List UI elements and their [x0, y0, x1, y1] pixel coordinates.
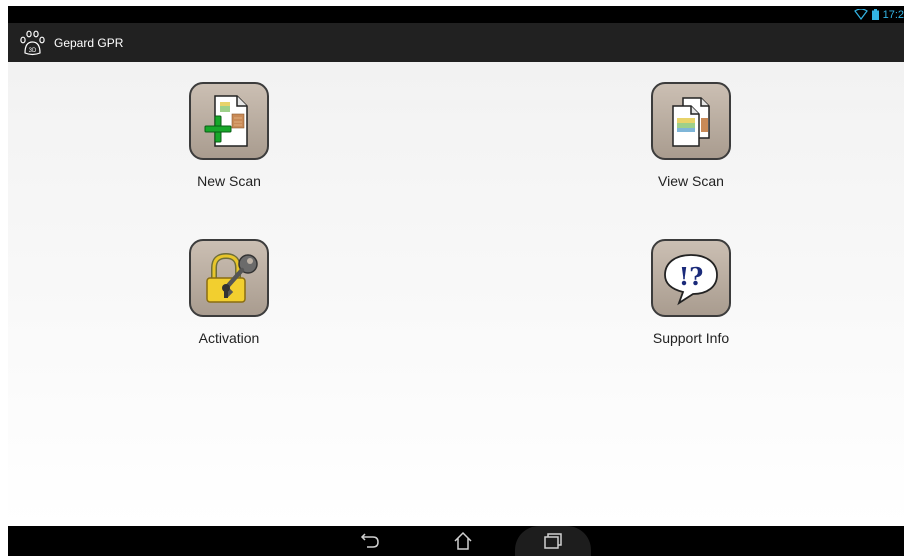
back-button[interactable]: [341, 526, 399, 556]
recent-apps-button[interactable]: [515, 526, 591, 556]
tablet-screen: 17:2 3D Gepard GPR New Scan View Scan Ac…: [8, 6, 904, 556]
view-scan-label: View Scan: [658, 173, 724, 189]
action-bar: 3D Gepard GPR: [8, 23, 904, 62]
status-icons: 17:2: [853, 6, 904, 23]
wifi-icon: [853, 9, 868, 20]
status-time: 17:2: [882, 8, 904, 21]
new-scan-icon[interactable]: [189, 82, 269, 160]
view-scan-icon[interactable]: [651, 82, 731, 160]
status-bar: 17:2: [8, 6, 904, 23]
recent-apps-icon: [544, 533, 562, 549]
support-icon-text: !?: [679, 262, 704, 291]
home-content: New Scan View Scan Activation !? Support…: [8, 62, 904, 526]
back-icon: [360, 533, 379, 548]
support-info-icon[interactable]: !?: [651, 239, 731, 317]
new-scan-tile[interactable]: New Scan: [159, 82, 299, 189]
home-button[interactable]: [435, 526, 491, 556]
navigation-bar: [8, 526, 904, 556]
app-title: Gepard GPR: [54, 35, 124, 50]
support-info-label: Support Info: [652, 330, 730, 346]
padlock-key-icon[interactable]: [189, 239, 269, 317]
new-scan-label: New Scan: [197, 173, 261, 189]
app-icon-text: 3D: [29, 48, 37, 54]
home-icon: [454, 531, 472, 550]
support-info-tile[interactable]: !? Support Info: [621, 239, 761, 346]
activation-label: Activation: [198, 330, 260, 346]
paw-3d-icon[interactable]: 3D: [18, 28, 48, 58]
activation-tile[interactable]: Activation: [159, 239, 299, 346]
battery-icon: [871, 9, 879, 20]
view-scan-tile[interactable]: View Scan: [621, 82, 761, 189]
